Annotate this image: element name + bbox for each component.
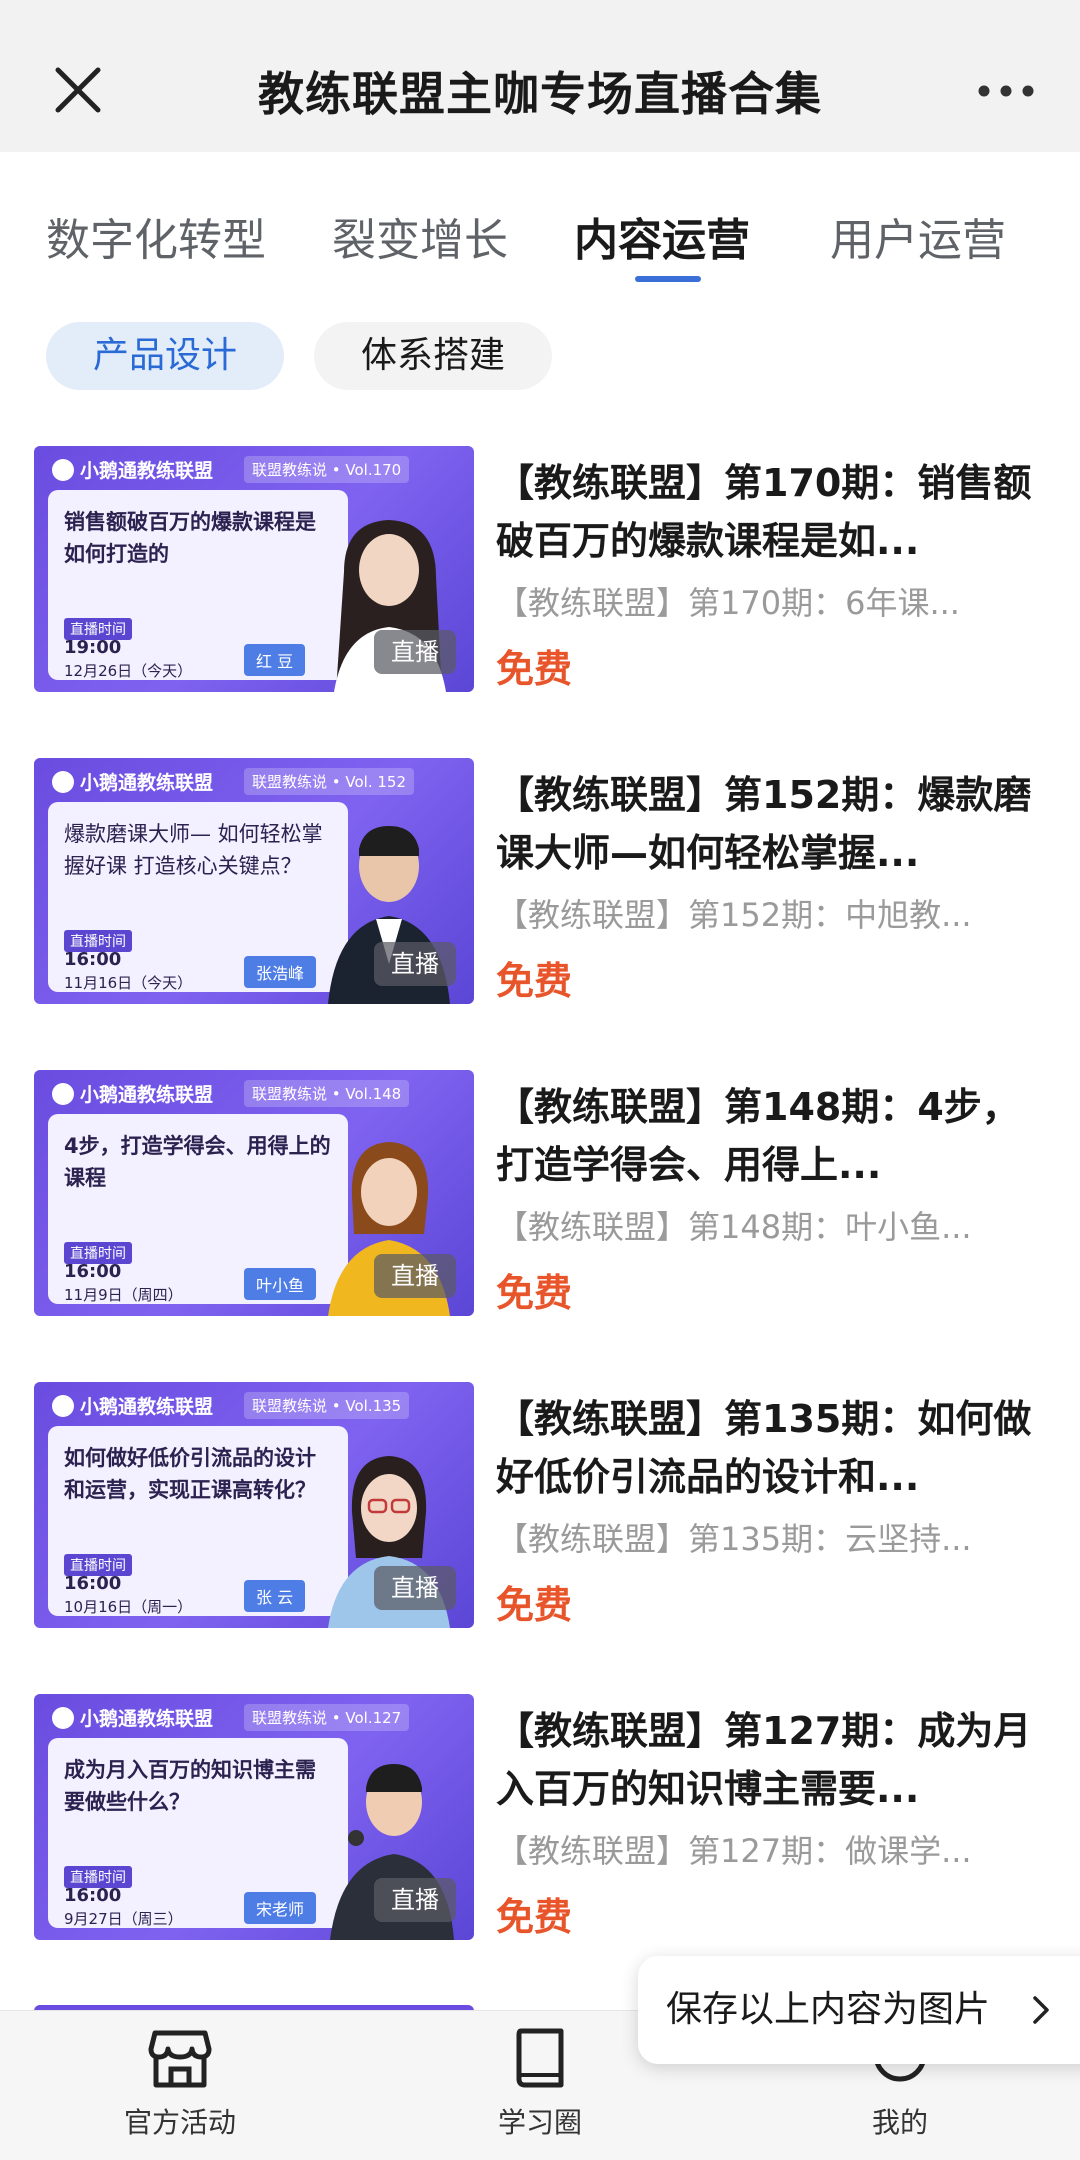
thumbnail-time: 16:00 <box>64 1573 122 1594</box>
item-title[interactable]: 【教练联盟】第127期：成为月入百万的知识博主需要... <box>496 1702 1036 1818</box>
tab-user-operation[interactable]: 用户运营 <box>830 204 1006 268</box>
item-subtitle: 【教练联盟】第135期：云坚持... <box>496 1520 972 1558</box>
thumbnail-date: 11月9日（周四） <box>64 1286 183 1304</box>
thumbnail-brand: 小鹅通教练联盟 <box>52 1392 213 1419</box>
tab-fission-growth[interactable]: 裂变增长 <box>332 204 508 268</box>
list-item[interactable]: 小鹅通教练联盟 联盟教练说 • Vol. 152 爆款磨课大师— 如何轻松掌握好… <box>0 752 1080 1004</box>
brand-logo-icon <box>52 1707 74 1729</box>
subtab-system-building[interactable]: 体系搭建 <box>314 322 552 390</box>
speaker-name: 叶小鱼 <box>244 1268 317 1300</box>
brand-logo-icon <box>52 771 74 793</box>
list-item[interactable]: 小鹅通教练联盟 联盟教练说 • Vol.148 4步，打造学得会、用得上的课程 … <box>0 1064 1080 1316</box>
thumbnail-time: 16:00 <box>64 949 122 970</box>
nav-label: 我的 <box>871 2106 928 2139</box>
item-title[interactable]: 【教练联盟】第148期：4步，打造学得会、用得上... <box>496 1078 1036 1194</box>
item-price: 免费 <box>496 959 573 1003</box>
item-subtitle: 【教练联盟】第152期：中旭教... <box>496 896 972 934</box>
item-price: 免费 <box>496 647 573 691</box>
active-tab-indicator <box>635 276 701 282</box>
save-as-image-button[interactable]: 保存以上内容为图片 <box>638 1956 1080 2064</box>
thumbnail-volume: 联盟教练说 • Vol.148 <box>244 1080 410 1107</box>
nav-label: 学习圈 <box>497 2106 582 2139</box>
live-badge: 直播 <box>374 1878 456 1922</box>
item-price: 免费 <box>496 1271 573 1315</box>
top-bar: 教练联盟主咖专场直播合集 <box>0 0 1080 152</box>
thumbnail-brand: 小鹅通教练联盟 <box>52 768 213 795</box>
thumbnail-time: 19:00 <box>64 637 122 658</box>
speaker-name: 红 豆 <box>244 644 306 676</box>
more-options-icon[interactable] <box>976 76 1036 106</box>
thumbnail-date: 10月16日（周一） <box>64 1598 193 1616</box>
save-as-image-label: 保存以上内容为图片 <box>666 1989 991 2030</box>
thumbnail-date: 9月27日（周三） <box>64 1910 183 1928</box>
thumbnail-volume: 联盟教练说 • Vol.170 <box>244 456 410 483</box>
item-subtitle: 【教练联盟】第127期：做课学... <box>496 1832 972 1870</box>
speaker-name: 张 云 <box>244 1580 306 1612</box>
thumbnail-brand: 小鹅通教练联盟 <box>52 1704 213 1731</box>
subtab-product-design[interactable]: 产品设计 <box>46 322 284 390</box>
live-badge: 直播 <box>374 1566 456 1610</box>
live-badge: 直播 <box>374 630 456 674</box>
item-price: 免费 <box>496 1895 573 1939</box>
brand-logo-icon <box>52 459 74 481</box>
thumbnail-time: 16:00 <box>64 1261 122 1282</box>
thumbnail-volume: 联盟教练说 • Vol.127 <box>244 1704 410 1731</box>
tab-digital-transformation[interactable]: 数字化转型 <box>46 204 266 268</box>
brand-logo-icon <box>52 1083 74 1105</box>
nav-official-events[interactable]: 官方活动 <box>80 2027 280 2141</box>
thumbnail-date: 11月16日（今天） <box>64 974 193 992</box>
thumbnail-date: 12月26日（今天） <box>64 662 193 680</box>
nav-label: 官方活动 <box>123 2106 236 2139</box>
thumbnail-brand: 小鹅通教练联盟 <box>52 1080 213 1107</box>
item-subtitle: 【教练联盟】第170期：6年课... <box>496 584 960 622</box>
course-thumbnail: 小鹅通教练联盟 联盟教练说 • Vol. 152 爆款磨课大师— 如何轻松掌握好… <box>34 758 474 1004</box>
category-tabs: 数字化转型 裂变增长 内容运营 用户运营 <box>0 152 1080 292</box>
item-title[interactable]: 【教练联盟】第170期：销售额破百万的爆款课程是如... <box>496 454 1036 570</box>
item-title[interactable]: 【教练联盟】第152期：爆款磨课大师—如何轻松掌握... <box>496 766 1036 882</box>
chevron-right-icon <box>1033 1996 1049 2024</box>
list-item[interactable]: 小鹅通教练联盟 联盟教练说 • Vol.170 销售额破百万的爆款课程是如何打造… <box>0 440 1080 692</box>
live-badge: 直播 <box>374 942 456 986</box>
shop-icon <box>148 2030 212 2088</box>
live-badge: 直播 <box>374 1254 456 1298</box>
thumbnail-volume: 联盟教练说 • Vol. 152 <box>244 768 414 795</box>
thumbnail-headline: 如何做好低价引流品的设计和运营，实现正课高转化？ <box>64 1446 316 1502</box>
page-title: 教练联盟主咖专场直播合集 <box>258 67 822 121</box>
thumbnail-headline: 销售额破百万的爆款课程是如何打造的 <box>64 510 316 566</box>
item-title[interactable]: 【教练联盟】第135期：如何做好低价引流品的设计和... <box>496 1390 1036 1506</box>
course-thumbnail: 小鹅通教练联盟 联盟教练说 • Vol.148 4步，打造学得会、用得上的课程 … <box>34 1070 474 1316</box>
thumbnail-headline: 成为月入百万的知识博主需要做些什么？ <box>64 1758 316 1814</box>
book-icon <box>516 2028 564 2088</box>
thumbnail-headline: 爆款磨课大师— 如何轻松掌握好课 打造核心关键点？ <box>64 822 323 878</box>
course-thumbnail: 小鹅通教练联盟 联盟教练说 • Vol.127 成为月入百万的知识博主需要做些什… <box>34 1694 474 1940</box>
course-thumbnail: 小鹅通教练联盟 联盟教练说 • Vol.170 销售额破百万的爆款课程是如何打造… <box>34 446 474 692</box>
speaker-name: 张浩峰 <box>244 956 317 988</box>
thumbnail-time: 16:00 <box>64 1885 122 1906</box>
thumbnail-volume: 联盟教练说 • Vol.135 <box>244 1392 410 1419</box>
nav-study-circle[interactable]: 学习圈 <box>440 2027 640 2141</box>
course-thumbnail: 小鹅通教练联盟 联盟教练说 • Vol.135 如何做好低价引流品的设计和运营，… <box>34 1382 474 1628</box>
thumbnail-headline: 4步，打造学得会、用得上的课程 <box>64 1134 331 1190</box>
thumbnail-brand: 小鹅通教练联盟 <box>52 456 213 483</box>
brand-logo-icon <box>52 1395 74 1417</box>
tab-content-operation[interactable]: 内容运营 <box>574 204 750 268</box>
item-price: 免费 <box>496 1583 573 1627</box>
list-item[interactable]: 小鹅通教练联盟 联盟教练说 • Vol.135 如何做好低价引流品的设计和运营，… <box>0 1376 1080 1628</box>
list-item[interactable]: 小鹅通教练联盟 联盟教练说 • Vol.127 成为月入百万的知识博主需要做些什… <box>0 1688 1080 1940</box>
speaker-name: 宋老师 <box>244 1892 317 1924</box>
item-subtitle: 【教练联盟】第148期：叶小鱼... <box>496 1208 972 1246</box>
